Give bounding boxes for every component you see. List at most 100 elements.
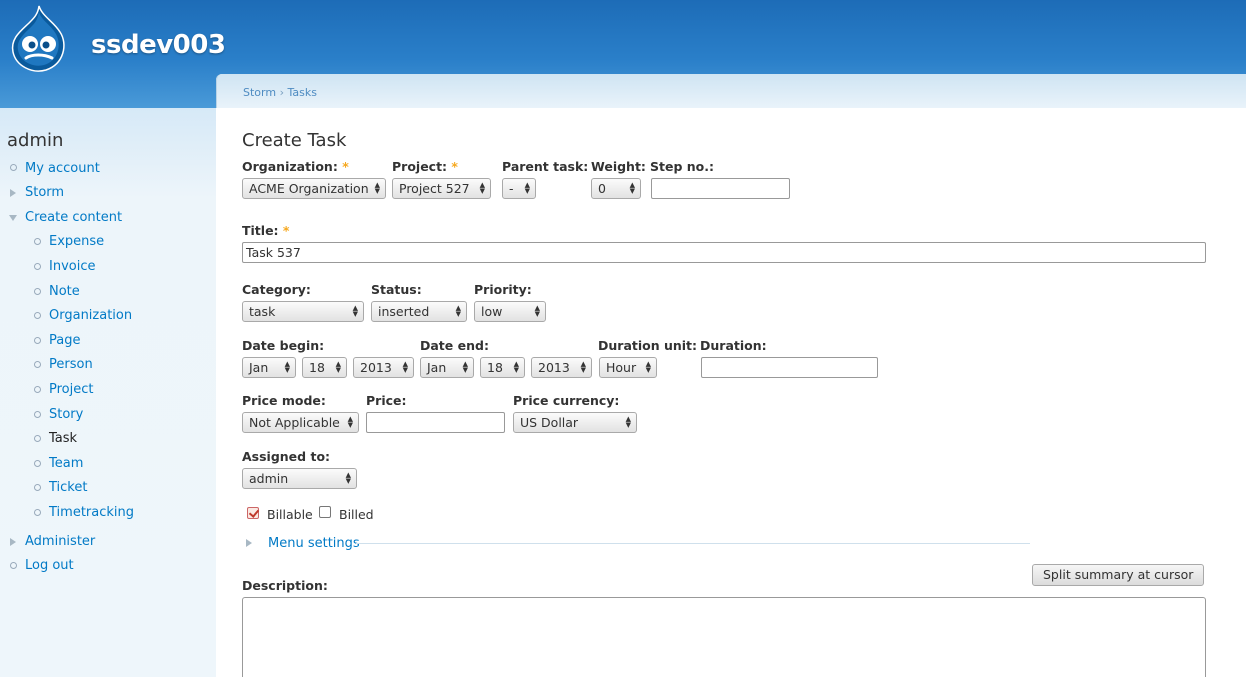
duration-unit-value: Hour <box>606 360 637 375</box>
bullet-icon <box>34 238 41 245</box>
bullet-icon <box>10 164 17 171</box>
sidebar-item-note[interactable]: Note <box>49 284 80 299</box>
title-label: Title: * <box>242 223 290 238</box>
assigned-to-value: admin <box>249 471 289 486</box>
status-select[interactable]: inserted ▲ ▼ <box>371 301 467 322</box>
assigned-to-select[interactable]: admin ▲ ▼ <box>242 468 357 489</box>
updown-arrow-icon: ▲ ▼ <box>402 360 408 374</box>
drupal-logo-icon[interactable] <box>8 4 70 74</box>
updown-arrow-icon: ▲ ▼ <box>462 360 468 374</box>
billable-checkbox[interactable] <box>247 507 259 519</box>
status-value: inserted <box>378 304 430 319</box>
split-summary-button[interactable]: Split summary at cursor <box>1032 564 1205 586</box>
description-textarea[interactable] <box>242 597 1206 677</box>
updown-arrow-icon: ▲ ▼ <box>629 181 635 195</box>
main-content: Storm › Tasks Create Task Organization: … <box>216 74 1246 677</box>
step-no-label: Step no.: <box>650 159 714 174</box>
organization-label: Organization: * <box>242 159 349 174</box>
required-mark: * <box>342 159 349 174</box>
weight-value: 0 <box>598 181 606 196</box>
menu-settings-toggle[interactable]: Menu settings <box>268 536 360 551</box>
sidebar-item-invoice[interactable]: Invoice <box>49 259 95 274</box>
duration-unit-label: Duration unit: <box>598 338 698 353</box>
sidebar-item-timetracking[interactable]: Timetracking <box>49 505 134 520</box>
collapsed-arrow-icon <box>10 538 16 546</box>
price-mode-label: Price mode: <box>242 393 326 408</box>
sidebar-item-create-content[interactable]: Create content <box>25 210 122 225</box>
category-select[interactable]: task ▲ ▼ <box>242 301 364 322</box>
price-mode-value: Not Applicable <box>249 415 340 430</box>
parent-task-select[interactable]: - ▲ ▼ <box>502 178 536 199</box>
sidebar-item-story[interactable]: Story <box>49 407 83 422</box>
breadcrumb-tasks-link[interactable]: Tasks <box>287 86 316 99</box>
date-begin-month-value: Jan <box>249 360 269 375</box>
sidebar-item-expense[interactable]: Expense <box>49 234 104 249</box>
sidebar-item-storm[interactable]: Storm <box>25 185 64 200</box>
bullet-icon <box>10 562 17 569</box>
billable-label: Billable <box>267 507 313 522</box>
updown-arrow-icon: ▲ ▼ <box>479 181 485 195</box>
bullet-icon <box>34 337 41 344</box>
bullet-icon <box>34 411 41 418</box>
updown-arrow-icon: ▲ ▼ <box>513 360 519 374</box>
sidebar-item-person[interactable]: Person <box>49 357 93 372</box>
breadcrumb-separator: › <box>279 86 284 99</box>
priority-value: low <box>481 304 503 319</box>
price-currency-label: Price currency: <box>513 393 620 408</box>
sidebar-title: admin <box>7 130 64 151</box>
sidebar-item-administer[interactable]: Administer <box>25 534 95 549</box>
price-mode-select[interactable]: Not Applicable ▲ ▼ <box>242 412 359 433</box>
price-currency-select[interactable]: US Dollar ▲ ▼ <box>513 412 637 433</box>
bullet-icon <box>34 312 41 319</box>
duration-unit-select[interactable]: Hour ▲ ▼ <box>599 357 657 378</box>
organization-select[interactable]: ACME Organization ▲ ▼ <box>242 178 386 199</box>
updown-arrow-icon: ▲ ▼ <box>534 304 540 318</box>
sidebar-item-task[interactable]: Task <box>49 431 77 446</box>
sidebar-item-organization[interactable]: Organization <box>49 308 132 323</box>
date-end-month-select[interactable]: Jan ▲ ▼ <box>420 357 474 378</box>
bullet-icon <box>34 361 41 368</box>
date-end-day-select[interactable]: 18 ▲ ▼ <box>480 357 525 378</box>
date-begin-day-select[interactable]: 18 ▲ ▼ <box>302 357 347 378</box>
breadcrumb-bar: Storm › Tasks <box>216 74 1246 108</box>
weight-select[interactable]: 0 ▲ ▼ <box>591 178 641 199</box>
status-label: Status: <box>371 282 422 297</box>
sidebar-item-page[interactable]: Page <box>49 333 80 348</box>
breadcrumb-storm-link[interactable]: Storm <box>243 86 276 99</box>
weight-label: Weight: <box>591 159 646 174</box>
date-begin-year-select[interactable]: 2013 ▲ ▼ <box>353 357 414 378</box>
duration-input[interactable] <box>701 357 878 378</box>
priority-label: Priority: <box>474 282 532 297</box>
bullet-icon <box>34 460 41 467</box>
date-begin-year-value: 2013 <box>360 360 392 375</box>
bullet-icon <box>34 263 41 270</box>
title-input[interactable]: Task 537 <box>242 242 1206 263</box>
date-begin-month-select[interactable]: Jan ▲ ▼ <box>242 357 296 378</box>
updown-arrow-icon: ▲ ▼ <box>580 360 586 374</box>
sidebar-item-team[interactable]: Team <box>49 456 83 471</box>
category-label: Category: <box>242 282 311 297</box>
collapsed-arrow-icon <box>10 189 16 197</box>
billed-checkbox[interactable] <box>319 506 331 518</box>
project-value: Project 527 <box>399 181 470 196</box>
price-input[interactable] <box>366 412 505 433</box>
updown-arrow-icon: ▲ ▼ <box>455 304 461 318</box>
step-no-input[interactable] <box>651 178 790 199</box>
bullet-icon <box>34 288 41 295</box>
page-title: Create Task <box>242 130 347 151</box>
date-end-year-select[interactable]: 2013 ▲ ▼ <box>531 357 592 378</box>
duration-label: Duration: <box>700 338 767 353</box>
site-name[interactable]: ssdev003 <box>91 30 226 60</box>
sidebar-item-ticket[interactable]: Ticket <box>49 480 87 495</box>
updown-arrow-icon: ▲ ▼ <box>524 181 530 195</box>
sidebar-item-my-account[interactable]: My account <box>25 161 100 176</box>
sidebar-item-log-out[interactable]: Log out <box>25 558 74 573</box>
updown-arrow-icon: ▲ ▼ <box>284 360 290 374</box>
sidebar-item-project[interactable]: Project <box>49 382 93 397</box>
updown-arrow-icon: ▲ ▼ <box>352 304 358 318</box>
updown-arrow-icon: ▲ ▼ <box>625 415 631 429</box>
organization-value: ACME Organization <box>249 181 369 196</box>
project-select[interactable]: Project 527 ▲ ▼ <box>392 178 491 199</box>
priority-select[interactable]: low ▲ ▼ <box>474 301 546 322</box>
parent-task-label: Parent task: <box>502 159 589 174</box>
